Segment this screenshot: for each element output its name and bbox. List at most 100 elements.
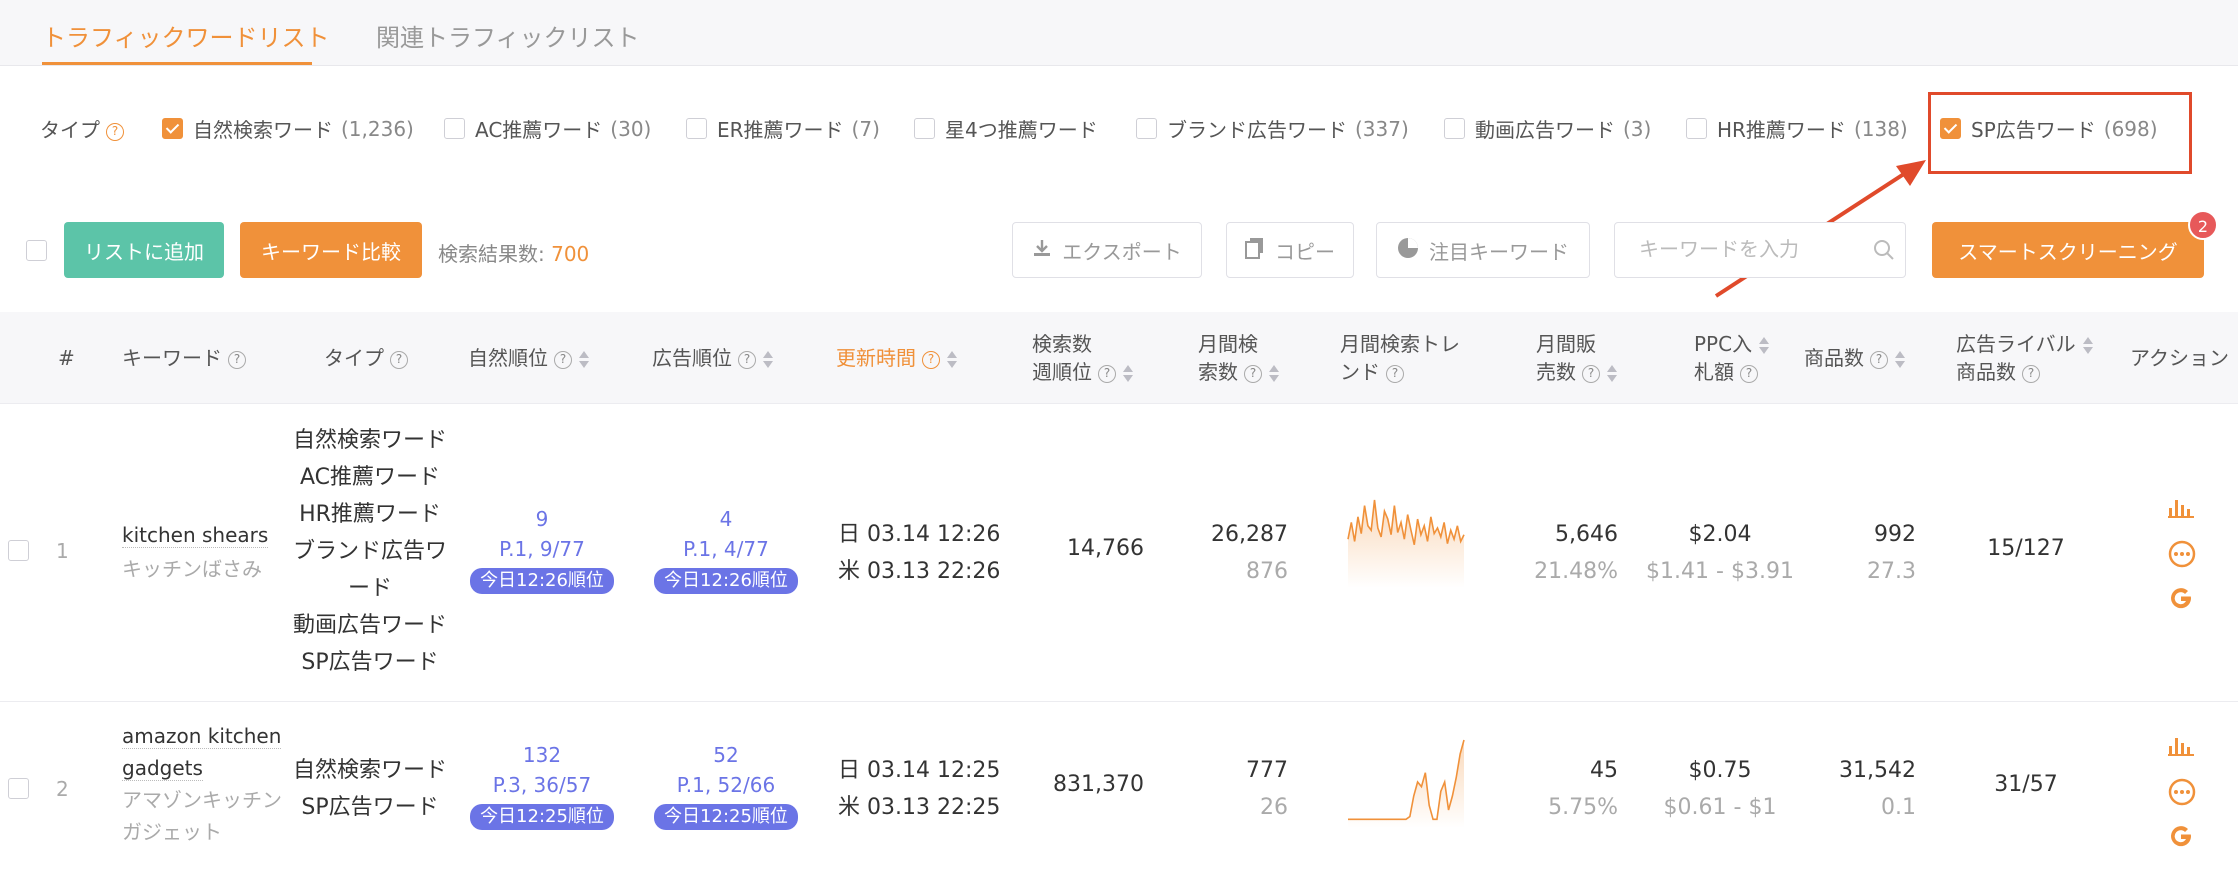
monthly-search-cell: 777 26 [1180, 752, 1288, 826]
google-icon[interactable] [2168, 824, 2194, 854]
tab-traffic-word-list[interactable]: トラフィックワードリスト [42, 18, 330, 53]
table-header: # キーワード? タイプ? 自然順位? 広告順位? 更新時間? 検索数 週順位? … [0, 312, 2238, 404]
help-icon[interactable]: ? [922, 350, 940, 369]
col-organic-rank[interactable]: 自然順位? [468, 344, 590, 372]
col-type: タイプ? [324, 344, 408, 372]
type-cell: 自然検索ワード AC推薦ワード HR推薦ワード ブランド広告ワ ード 動画広告ワ… [280, 422, 460, 681]
keyword-translation: ガジェット [122, 820, 222, 844]
export-button[interactable]: エクスポート [1012, 222, 1202, 278]
help-icon[interactable]: ? [554, 350, 572, 369]
help-icon[interactable]: ? [1386, 364, 1404, 383]
keyword-search-box[interactable] [1614, 222, 1906, 278]
watch-keyword-button[interactable]: 注目キーワード [1376, 222, 1590, 278]
help-icon[interactable]: ? [738, 350, 756, 369]
ad-rank-value[interactable]: 4 [720, 507, 733, 531]
monthly-sales-value: 5,646 [1555, 522, 1618, 547]
more-options-icon[interactable] [2168, 540, 2196, 572]
col-search-rank[interactable]: 検索数 週順位? [1032, 330, 1134, 386]
col-products[interactable]: 商品数? [1804, 344, 1906, 372]
filter-four-star[interactable]: 星4つ推薦ワード [914, 114, 1098, 143]
help-icon[interactable]: ? [2022, 364, 2040, 383]
sort-icon[interactable] [578, 350, 590, 370]
keyword-translation: キッチンばさみ [122, 557, 262, 581]
help-icon[interactable]: ? [1098, 364, 1116, 383]
col-ppc-bid[interactable]: PPC入 札額? [1694, 330, 1770, 386]
filter-video-ad[interactable]: 動画広告ワード (3) [1444, 114, 1651, 143]
sort-icon[interactable] [1122, 364, 1134, 384]
bar-chart-icon[interactable] [2168, 734, 2194, 760]
organic-rank-position: P.1, 9/77 [499, 537, 585, 561]
organic-rank-value[interactable]: 9 [536, 507, 549, 531]
help-icon[interactable]: ? [106, 122, 124, 141]
help-icon[interactable]: ? [1740, 364, 1758, 383]
sort-icon[interactable] [1758, 336, 1770, 356]
monthly-search-sub: 876 [1246, 559, 1288, 584]
help-icon[interactable]: ? [1244, 364, 1262, 383]
sort-icon[interactable] [1894, 350, 1906, 370]
checkbox[interactable] [914, 118, 935, 139]
filter-hr[interactable]: HR推薦ワード (138) [1686, 114, 1908, 143]
type-label: SP広告ワード [301, 795, 439, 820]
filter-brand-ad[interactable]: ブランド広告ワード (337) [1136, 114, 1409, 143]
help-icon[interactable]: ? [390, 350, 408, 369]
more-options-icon[interactable] [2168, 778, 2196, 810]
col-action: アクション [2130, 346, 2229, 370]
type-label: 動画広告ワード [292, 613, 447, 638]
col-monthly-search[interactable]: 月間検 索数? [1198, 330, 1280, 386]
tab-related-traffic-list[interactable]: 関連トラフィックリスト [376, 18, 640, 53]
row-checkbox[interactable] [8, 540, 29, 561]
filter-organic[interactable]: 自然検索ワード (1,236) [162, 114, 414, 143]
row-index: 2 [56, 777, 69, 801]
active-tab-indicator [42, 62, 312, 65]
checkbox[interactable] [1444, 118, 1465, 139]
sort-icon[interactable] [2082, 336, 2094, 356]
updated-time-cell: 日 03.14 12:25 米 03.13 22:25 [838, 752, 1000, 826]
rank-time-badge: 今日12:25順位 [654, 804, 798, 830]
bar-chart-icon[interactable] [2168, 496, 2194, 522]
ad-rank-position: P.1, 4/77 [683, 537, 769, 561]
help-icon[interactable]: ? [228, 350, 246, 369]
keyword-compare-button[interactable]: キーワード比較 [240, 222, 422, 278]
ad-rank-cell: 52 P.1, 52/66 今日12:25順位 [646, 740, 806, 830]
keyword-link[interactable]: kitchen shears [122, 523, 269, 548]
keyword-search-input[interactable] [1639, 223, 1879, 275]
col-updated-time[interactable]: 更新時間? [836, 344, 958, 372]
select-all-checkbox[interactable] [26, 240, 47, 261]
copy-button[interactable]: コピー [1226, 222, 1354, 278]
help-icon[interactable]: ? [1582, 364, 1600, 383]
organic-rank-position: P.3, 36/57 [492, 773, 592, 797]
checkbox[interactable] [1686, 118, 1707, 139]
filter-ac[interactable]: AC推薦ワード (30) [444, 114, 651, 143]
organic-rank-value[interactable]: 132 [523, 743, 561, 767]
keyword-link[interactable]: amazon kitchen [122, 724, 282, 749]
filter-er[interactable]: ER推薦ワード (7) [686, 114, 880, 143]
updated-time-jp: 日 03.14 12:26 [838, 522, 1001, 547]
checkbox[interactable] [444, 118, 465, 139]
sort-icon[interactable] [762, 350, 774, 370]
add-to-list-button[interactable]: リストに追加 [64, 222, 224, 278]
row-checkbox[interactable] [8, 778, 29, 799]
ppc-range: $1.41 - $3.91 [1646, 559, 1794, 584]
sort-icon[interactable] [1268, 364, 1280, 384]
search-icon[interactable] [1873, 239, 1895, 265]
checkbox[interactable] [686, 118, 707, 139]
help-icon[interactable]: ? [1870, 350, 1888, 369]
sort-icon[interactable] [946, 350, 958, 370]
monthly-search-cell: 26,287 876 [1180, 516, 1288, 590]
keyword-link[interactable]: gadgets [122, 756, 203, 781]
ppc-value: $0.75 [1688, 758, 1752, 783]
monthly-trend-sparkline[interactable] [1344, 736, 1470, 836]
smart-screening-button[interactable]: スマートスクリーニング [1932, 222, 2204, 278]
checkbox[interactable] [1136, 118, 1157, 139]
ppc-cell: $2.04 $1.41 - $3.91 [1640, 516, 1800, 590]
col-ad-rivals[interactable]: 広告ライバル 商品数? [1956, 330, 2094, 386]
sort-icon[interactable] [1606, 364, 1618, 384]
products-sub: 0.1 [1881, 795, 1916, 820]
checkbox[interactable] [162, 118, 183, 139]
ad-rank-value[interactable]: 52 [713, 743, 738, 767]
col-monthly-sales[interactable]: 月間販 売数? [1536, 330, 1618, 386]
toolbar: リストに追加 キーワード比較 検索結果数: 700 エクスポート コピー 注目キ… [0, 222, 2238, 282]
monthly-trend-sparkline[interactable] [1344, 496, 1470, 596]
col-ad-rank[interactable]: 広告順位? [652, 344, 774, 372]
google-icon[interactable] [2168, 586, 2194, 616]
